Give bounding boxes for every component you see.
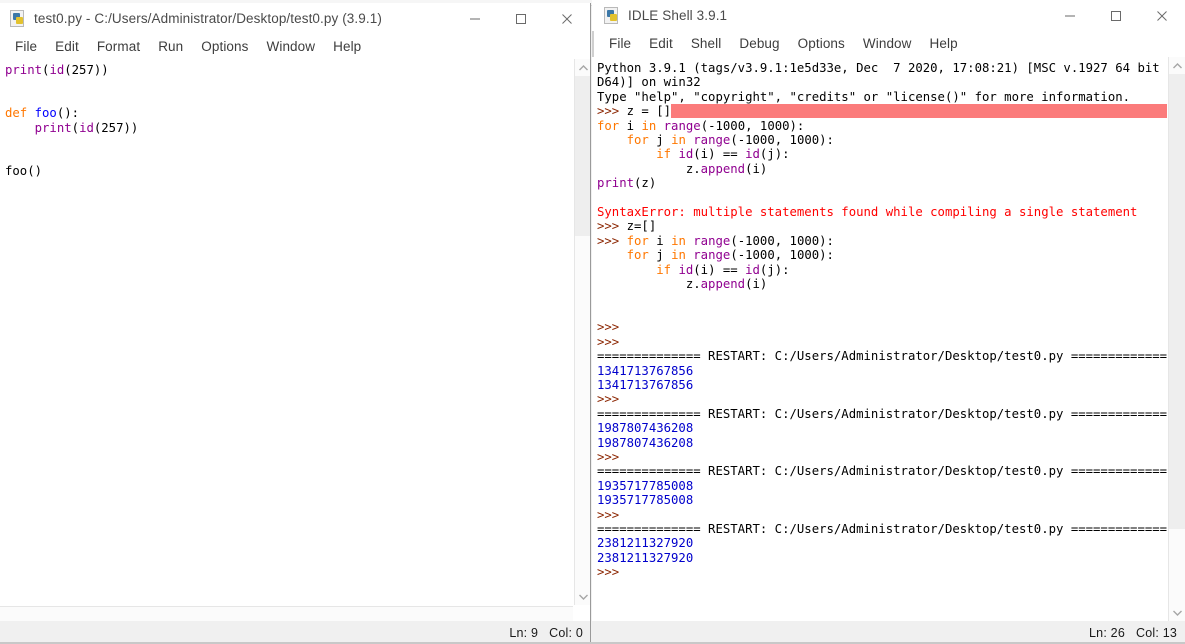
editor-vertical-scrollbar[interactable] [574,59,590,605]
desktop-root: test0.py - C:/Users/Administrator/Deskto… [0,0,1185,644]
editor-code-area[interactable]: print(id(257)) def foo(): print(id(257))… [0,59,573,605]
shell-textarea-wrap: Python 3.9.1 (tags/v3.9.1:1e5d33e, Dec 7… [592,57,1185,621]
menu-file[interactable]: File [6,37,46,57]
menu-help[interactable]: Help [324,37,370,57]
scroll-down-icon[interactable] [575,588,590,605]
menu-edit[interactable]: Edit [640,34,682,54]
shell-scroll-thumb[interactable] [1169,74,1185,529]
minimize-icon[interactable] [452,3,498,34]
menu-format[interactable]: Format [88,37,149,57]
editor-menubar: File Edit Format Run Options Window Help [0,34,590,59]
menu-help[interactable]: Help [921,34,967,54]
minimize-icon[interactable] [1047,0,1093,31]
menu-shell[interactable]: Shell [682,34,731,54]
menu-options[interactable]: Options [789,34,854,54]
scroll-up-icon[interactable] [575,59,590,76]
menu-debug[interactable]: Debug [730,34,788,54]
menu-window[interactable]: Window [854,34,921,54]
editor-horizontal-scrollbar[interactable] [0,606,573,622]
editor-line-col-status: Ln: 9 Col: 0 [509,625,583,640]
python-shell-icon [603,7,620,24]
editor-textarea-wrap: print(id(257)) def foo(): print(id(257))… [0,59,590,622]
menu-options[interactable]: Options [192,37,257,57]
editor-title: test0.py - C:/Users/Administrator/Deskto… [34,11,382,26]
editor-scroll-thumb[interactable] [575,76,590,236]
close-icon[interactable] [544,3,590,34]
shell-statusbar: Ln: 26 Col: 13 [592,621,1185,644]
menu-window[interactable]: Window [258,37,325,57]
shell-vertical-scrollbar[interactable] [1168,57,1185,621]
shell-title: IDLE Shell 3.9.1 [628,8,728,23]
shell-window: IDLE Shell 3.9.1 File Edit Shell Debug O… [592,0,1185,644]
editor-statusbar: Ln: 9 Col: 0 [0,621,590,644]
maximize-icon[interactable] [498,3,544,34]
editor-window: test0.py - C:/Users/Administrator/Deskto… [0,3,591,644]
shell-output-area[interactable]: Python 3.9.1 (tags/v3.9.1:1e5d33e, Dec 7… [592,57,1167,621]
editor-window-controls [452,3,590,34]
shell-menubar: File Edit Shell Debug Options Window Hel… [592,31,1185,56]
menu-edit[interactable]: Edit [46,37,88,57]
menu-file[interactable]: File [600,34,640,54]
scroll-down-icon[interactable] [1169,604,1185,621]
editor-titlebar[interactable]: test0.py - C:/Users/Administrator/Deskto… [0,3,590,34]
close-icon[interactable] [1139,0,1185,31]
maximize-icon[interactable] [1093,0,1139,31]
shell-window-controls [1047,0,1185,31]
scroll-up-icon[interactable] [1169,57,1185,74]
menu-run[interactable]: Run [149,37,192,57]
python-file-icon [9,10,26,27]
shell-titlebar[interactable]: IDLE Shell 3.9.1 [592,0,1185,31]
shell-line-col-status: Ln: 26 Col: 13 [1089,625,1177,640]
